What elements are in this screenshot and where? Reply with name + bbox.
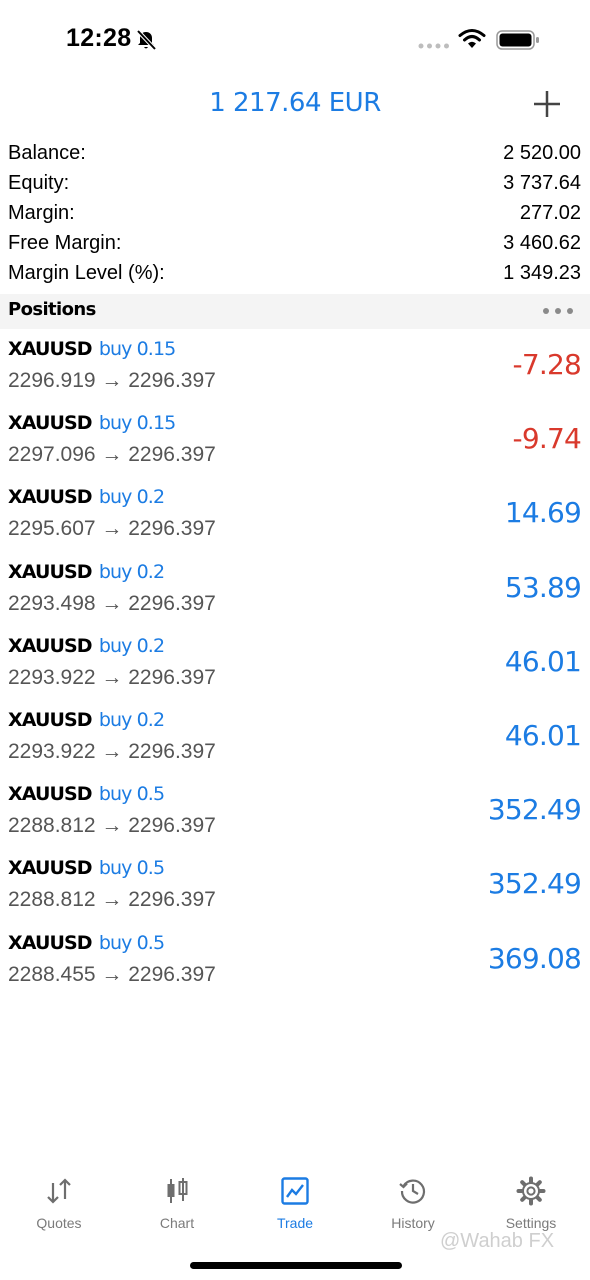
tab-label: History <box>391 1215 435 1231</box>
positions-title: Positions <box>8 299 96 320</box>
battery-icon <box>496 30 539 50</box>
position-row[interactable]: XAUUSD buy 0.5 2288.812 → 2296.397 352.4… <box>0 777 590 851</box>
candlestick-icon <box>167 1178 188 1203</box>
position-symbol: XAUUSD <box>8 783 93 806</box>
wifi-icon <box>458 29 486 48</box>
gear-icon <box>516 1176 546 1206</box>
position-symbol: XAUUSD <box>8 857 93 880</box>
position-symbol: XAUUSD <box>8 412 93 435</box>
position-row[interactable]: XAUUSD buy 0.2 2293.498 → 2296.397 53.89 <box>0 555 590 629</box>
position-symbol: XAUUSD <box>8 931 93 954</box>
tab-label: Quotes <box>36 1215 82 1231</box>
summary-label: Equity: <box>8 171 70 194</box>
position-symbol: XAUUSD <box>8 708 93 731</box>
position-side: buy 0.15 <box>98 338 176 360</box>
position-prices: 2288.812 → 2296.397 <box>8 814 216 838</box>
summary-value: 2 520.00 <box>503 141 581 164</box>
summary-value: 277.02 <box>519 201 581 224</box>
position-row[interactable]: XAUUSD buy 0.2 2293.922 → 2296.397 46.01 <box>0 703 590 777</box>
summary-value: 1 349.23 <box>503 261 581 284</box>
position-side: buy 0.2 <box>98 708 165 731</box>
status-bar: 12:28 <box>0 0 590 80</box>
position-symbol: XAUUSD <box>8 486 93 509</box>
position-prices: 2295.607 → 2296.397 <box>8 517 216 541</box>
position-title: XAUUSD buy 0.2 <box>8 634 165 657</box>
position-profit: -9.74 <box>512 422 582 456</box>
position-row[interactable]: XAUUSD buy 0.2 2295.607 → 2296.397 14.69 <box>0 480 590 554</box>
position-title: XAUUSD buy 0.2 <box>8 708 165 731</box>
summary-value: 3 737.64 <box>503 171 581 194</box>
more-options-icon[interactable] <box>540 304 576 318</box>
position-title: XAUUSD buy 0.5 <box>8 931 165 954</box>
position-symbol: XAUUSD <box>8 338 93 360</box>
position-side: buy 0.5 <box>98 857 165 880</box>
position-prices: 2296.919 → 2296.397 <box>8 369 216 392</box>
summary-row-margin-level: Margin Level (%): 1 349.23 <box>0 258 590 288</box>
quotes-arrows-icon <box>47 1178 71 1204</box>
add-order-button[interactable] <box>532 89 562 119</box>
summary-row-free-margin: Free Margin: 3 460.62 <box>0 228 590 258</box>
position-side: buy 0.5 <box>98 931 165 954</box>
position-symbol: XAUUSD <box>8 634 93 657</box>
status-time: 12:28 <box>66 24 132 52</box>
history-clock-icon <box>399 1179 426 1204</box>
summary-row-equity: Equity: 3 737.64 <box>0 168 590 198</box>
position-profit: -7.28 <box>512 348 582 381</box>
position-title: XAUUSD buy 0.2 <box>8 486 165 509</box>
positions-list: XAUUSD buy 0.15 2296.919 → 2296.397 -7.2… <box>0 332 590 1000</box>
position-prices: 2288.812 → 2296.397 <box>8 888 216 912</box>
position-row[interactable]: XAUUSD buy 0.2 2293.922 → 2296.397 46.01 <box>0 629 590 703</box>
tab-quotes[interactable]: Quotes <box>0 1170 118 1240</box>
signal-dots-icon <box>418 43 449 49</box>
position-symbol: XAUUSD <box>8 560 93 583</box>
position-side: buy 0.2 <box>98 486 165 509</box>
trade-chart-icon <box>281 1177 309 1205</box>
position-prices: 2293.498 → 2296.397 <box>8 591 216 615</box>
position-title: XAUUSD buy 0.5 <box>8 783 165 806</box>
position-profit: 369.08 <box>487 941 582 975</box>
tab-label: Chart <box>159 1215 195 1231</box>
tab-chart[interactable]: Chart <box>118 1170 236 1240</box>
position-prices: 2293.922 → 2296.397 <box>8 665 216 689</box>
account-summary: Balance: 2 520.00 Equity: 3 737.64 Margi… <box>0 138 590 288</box>
position-profit: 352.49 <box>487 867 582 901</box>
summary-label: Margin: <box>8 201 75 224</box>
summary-label: Balance: <box>8 141 86 164</box>
position-side: buy 0.2 <box>98 634 165 657</box>
bell-muted-icon <box>136 29 157 51</box>
tab-trade[interactable]: Trade <box>236 1170 354 1240</box>
account-total-title: 1 217.64 EUR <box>209 88 381 118</box>
position-side: buy 0.15 <box>98 412 176 435</box>
positions-section-header: Positions <box>0 294 590 329</box>
tab-label: Settings <box>505 1215 557 1231</box>
position-side: buy 0.5 <box>98 783 165 806</box>
position-profit: 53.89 <box>504 570 582 604</box>
watermark: @Wahab FX <box>440 1230 555 1252</box>
summary-row-margin: Margin: 277.02 <box>0 198 590 228</box>
summary-label: Free Margin: <box>8 231 122 254</box>
position-prices: 2288.455 → 2296.397 <box>8 962 216 986</box>
summary-row-balance: Balance: 2 520.00 <box>0 138 590 168</box>
summary-label: Margin Level (%): <box>8 261 165 284</box>
position-row[interactable]: XAUUSD buy 0.5 2288.812 → 2296.397 352.4… <box>0 851 590 925</box>
position-row[interactable]: XAUUSD buy 0.15 2296.919 → 2296.397 -7.2… <box>0 332 590 406</box>
position-profit: 352.49 <box>487 793 582 827</box>
summary-value: 3 460.62 <box>503 231 581 254</box>
home-indicator[interactable] <box>190 1262 402 1269</box>
position-title: XAUUSD buy 0.2 <box>8 560 165 583</box>
tab-label: Trade <box>276 1215 314 1231</box>
position-title: XAUUSD buy 0.5 <box>8 857 165 880</box>
position-row[interactable]: XAUUSD buy 0.5 2288.455 → 2296.397 369.0… <box>0 926 590 1000</box>
position-title: XAUUSD buy 0.15 <box>8 412 176 435</box>
position-profit: 46.01 <box>504 718 582 752</box>
position-profit: 46.01 <box>504 644 582 678</box>
position-prices: 2297.096 → 2296.397 <box>8 443 216 467</box>
position-row[interactable]: XAUUSD buy 0.15 2297.096 → 2296.397 -9.7… <box>0 406 590 480</box>
position-side: buy 0.2 <box>98 560 165 583</box>
position-profit: 14.69 <box>504 496 582 530</box>
position-prices: 2293.922 → 2296.397 <box>8 739 216 763</box>
position-title: XAUUSD buy 0.15 <box>8 338 176 360</box>
